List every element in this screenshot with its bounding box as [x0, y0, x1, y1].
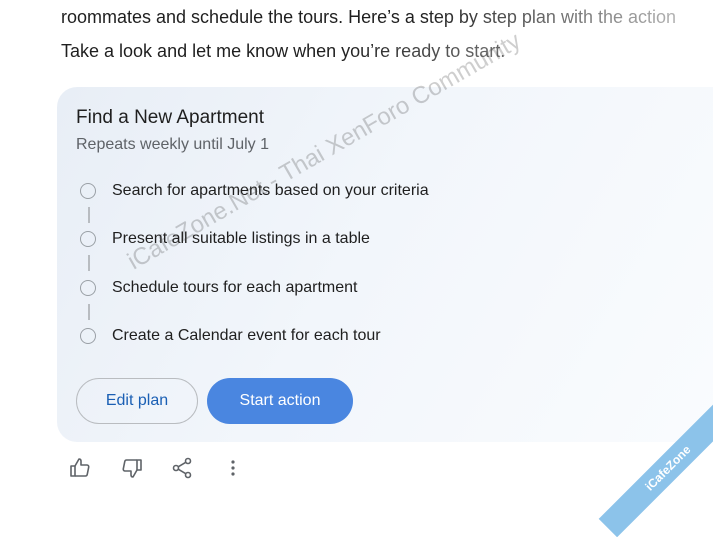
- plan-step: Present all suitable listings in a table: [80, 227, 370, 251]
- plan-card: Find a New Apartment Repeats weekly unti…: [57, 87, 713, 442]
- step-circle-icon: [80, 328, 96, 344]
- step-label: Create a Calendar event for each tour: [112, 327, 381, 344]
- edit-plan-button[interactable]: Edit plan: [76, 378, 198, 424]
- more-vert-icon[interactable]: [219, 454, 247, 482]
- step-label: Schedule tours for each apartment: [112, 279, 358, 296]
- thumbs-down-icon[interactable]: [118, 454, 146, 482]
- step-label: Present all suitable listings in a table: [112, 230, 370, 247]
- thumbs-up-icon[interactable]: [66, 454, 94, 482]
- step-circle-icon: [80, 183, 96, 199]
- intro-text-line-2: Take a look and let me know when you’re …: [61, 41, 506, 61]
- intro-text-line-1: roommates and schedule the tours. Here’s…: [61, 7, 713, 28]
- plan-step: Search for apartments based on your crit…: [80, 179, 429, 203]
- step-circle-icon: [80, 231, 96, 247]
- step-label: Search for apartments based on your crit…: [112, 182, 429, 199]
- step-connector: [88, 207, 90, 223]
- step-connector: [88, 255, 90, 271]
- share-icon[interactable]: [168, 454, 196, 482]
- step-connector: [88, 304, 90, 320]
- step-circle-icon: [80, 280, 96, 296]
- plan-step: Create a Calendar event for each tour: [80, 324, 381, 348]
- plan-step: Schedule tours for each apartment: [80, 276, 357, 300]
- plan-subtitle: Repeats weekly until July 1: [76, 136, 269, 153]
- start-action-button[interactable]: Start action: [207, 378, 353, 424]
- plan-title: Find a New Apartment: [76, 107, 264, 128]
